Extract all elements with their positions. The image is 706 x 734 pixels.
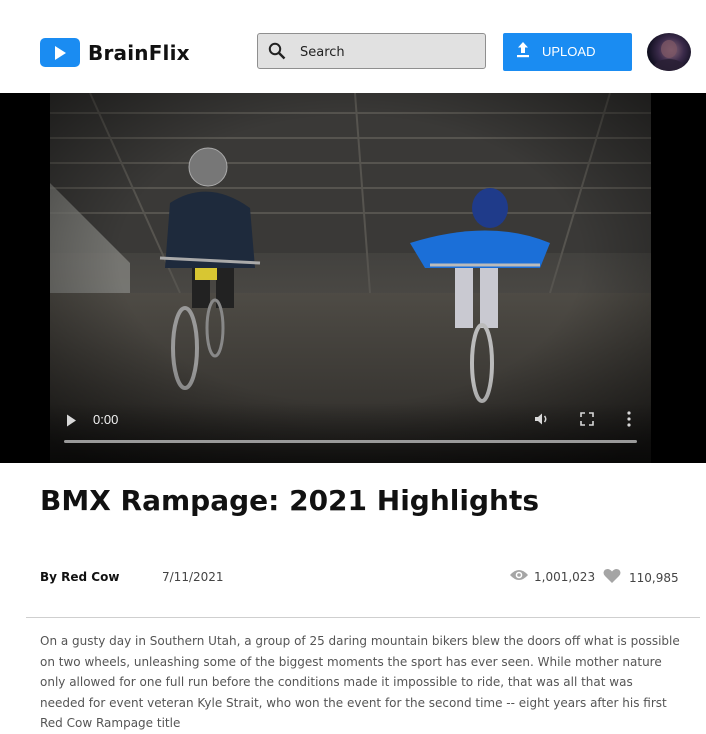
search-input[interactable] — [298, 40, 482, 64]
likes-stat: 110,985 — [603, 568, 679, 587]
video-current-time: 0:00 — [93, 412, 119, 427]
volume-icon[interactable] — [534, 411, 550, 430]
video-progress-bar[interactable] — [64, 440, 637, 443]
fullscreen-icon[interactable] — [580, 411, 594, 430]
video-player-container: 0:00 — [0, 93, 706, 463]
divider — [26, 617, 700, 618]
video-date: 7/11/2021 — [162, 570, 224, 584]
video-controls — [50, 403, 651, 463]
play-logo-icon — [40, 38, 80, 67]
brand-logo[interactable]: BrainFlix — [40, 38, 190, 67]
video-author[interactable]: By Red Cow — [40, 570, 119, 584]
heart-icon[interactable] — [603, 568, 621, 587]
video-player[interactable]: 0:00 — [50, 93, 651, 463]
site-header: BrainFlix UPLOAD — [0, 0, 706, 93]
avatar[interactable] — [647, 33, 691, 71]
upload-icon — [515, 41, 531, 63]
views-stat: 1,001,023 — [509, 568, 595, 585]
eye-icon — [509, 568, 529, 585]
upload-button[interactable]: UPLOAD — [503, 33, 632, 71]
play-icon[interactable] — [66, 412, 77, 431]
likes-count: 110,985 — [629, 570, 679, 585]
search-bar[interactable] — [257, 33, 486, 69]
brand-name: BrainFlix — [88, 40, 190, 65]
video-title: BMX Rampage: 2021 Highlights — [40, 484, 539, 517]
more-options-icon[interactable] — [626, 411, 632, 431]
views-count: 1,001,023 — [534, 569, 596, 584]
video-description: On a gusty day in Southern Utah, a group… — [40, 634, 680, 730]
search-icon — [268, 42, 286, 64]
upload-label: UPLOAD — [542, 44, 596, 59]
